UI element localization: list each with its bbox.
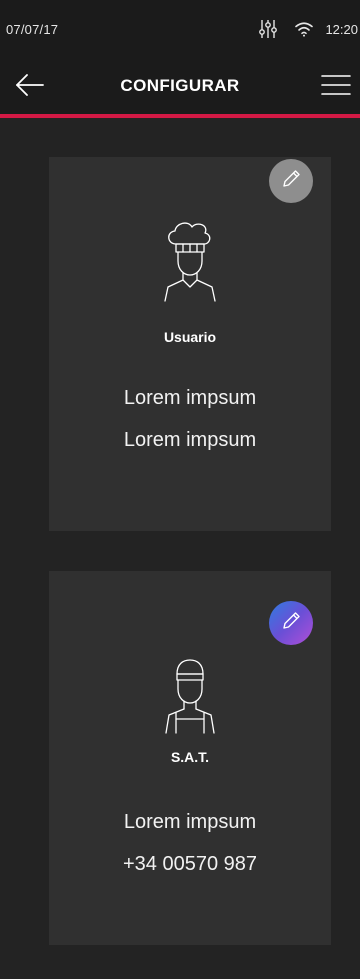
- sat-phone-number: +34 00570 987: [122, 853, 258, 875]
- pencil-icon: [280, 168, 302, 195]
- technician-icon: [152, 655, 228, 741]
- edit-sat-button[interactable]: [269, 601, 313, 645]
- user-info-line-2: Lorem impsum: [123, 429, 257, 451]
- role-label: Usuario: [163, 329, 217, 345]
- pencil-icon: [280, 610, 302, 637]
- user-info-line-1: Lorem impsum: [123, 387, 257, 409]
- role-label: S.A.T.: [170, 749, 210, 765]
- status-date: 07/07/17: [6, 22, 59, 37]
- app-bar-accent-line: [0, 114, 360, 118]
- sat-card[interactable]: S.A.T. Lorem impsum +34 00570 987: [49, 571, 331, 945]
- equalizer-icon: [257, 18, 279, 40]
- chef-icon: [152, 217, 228, 303]
- status-right: 12:20: [257, 18, 360, 40]
- app-bar: CONFIGURAR: [0, 60, 360, 114]
- screen: 07/07/17 12:20 CONFIGURAR Usuario Lorem …: [0, 0, 360, 979]
- menu-button[interactable]: [316, 70, 356, 104]
- user-card[interactable]: Usuario Lorem impsum Lorem impsum: [49, 157, 331, 531]
- edit-user-button[interactable]: [269, 159, 313, 203]
- hamburger-menu-icon: [321, 74, 351, 101]
- status-bar: 07/07/17 12:20: [0, 0, 360, 60]
- status-time: 12:20: [325, 21, 358, 37]
- sat-info-line-1: Lorem impsum: [123, 811, 257, 833]
- page-title: CONFIGURAR: [120, 76, 240, 95]
- wifi-icon: [293, 18, 315, 40]
